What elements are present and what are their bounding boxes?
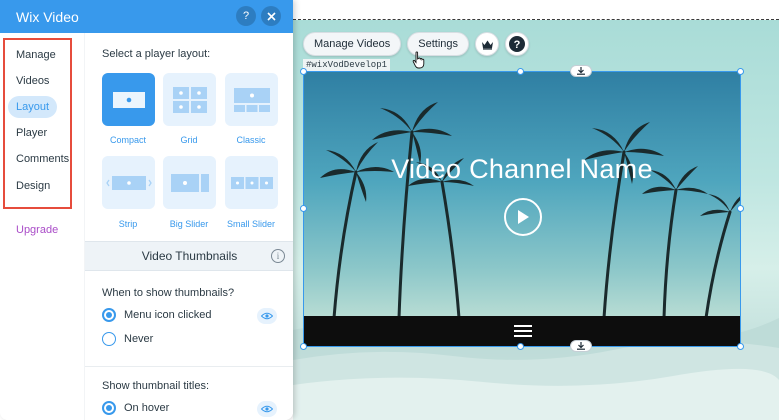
radio-option-never[interactable]: Never	[102, 332, 153, 346]
resize-handle-bottom-left[interactable]	[300, 343, 307, 350]
wix-video-settings-panel: Wix Video ? Manage Videos Layout Player …	[0, 0, 293, 420]
info-icon[interactable]: i	[271, 249, 285, 263]
resize-handle-top[interactable]	[517, 68, 524, 75]
video-channel-title: Video Channel Name	[391, 154, 653, 184]
radio-button-unselected[interactable]	[102, 332, 116, 346]
radio-button-selected[interactable]	[102, 401, 116, 415]
section-divider	[85, 366, 293, 367]
editor-stage: Manage Videos Settings ? #wixVodDevelop1	[293, 0, 779, 420]
radio-label: Menu icon clicked	[124, 309, 212, 321]
video-bottom-bar	[304, 316, 740, 346]
strip-layout-icon	[105, 175, 152, 190]
manage-videos-button[interactable]: Manage Videos	[303, 32, 402, 56]
layout-label-compact: Compact	[109, 135, 146, 145]
play-button[interactable]	[504, 198, 542, 236]
resize-handle-bottom[interactable]	[517, 343, 524, 350]
preview-eye-button[interactable]	[257, 308, 277, 324]
layout-label-big-slider: Big Slider	[169, 219, 209, 229]
download-arrow-icon	[577, 342, 585, 350]
radio-button-selected[interactable]	[102, 308, 116, 322]
resize-handle-bottom-right[interactable]	[737, 343, 744, 350]
radio-option-menu-icon-clicked[interactable]: Menu icon clicked	[102, 308, 211, 322]
hand-cursor-icon	[412, 51, 425, 69]
layout-option-big-slider[interactable]	[163, 156, 216, 209]
resize-handle-left[interactable]	[300, 205, 307, 212]
layout-settings-content: Select a player layout: Compact Grid Cla…	[84, 33, 293, 420]
stretch-handle-top[interactable]	[570, 65, 592, 77]
small-slider-layout-icon	[230, 176, 273, 189]
crown-icon[interactable]	[475, 32, 499, 56]
sidebar-item-layout[interactable]: Layout	[8, 96, 58, 118]
help-button[interactable]: ?	[505, 32, 529, 56]
sidebar-item-comments[interactable]: Comments	[8, 148, 77, 170]
upgrade-link[interactable]: Upgrade	[16, 224, 58, 236]
panel-help-button[interactable]: ?	[236, 6, 256, 26]
layout-option-grid[interactable]	[163, 73, 216, 126]
preview-eye-button[interactable]	[257, 401, 277, 417]
download-arrow-icon	[577, 67, 585, 75]
classic-layout-icon	[233, 87, 270, 112]
layout-label-small-slider: Small Slider	[226, 219, 275, 229]
panel-sidebar: Manage Videos Layout Player Comments Des…	[0, 33, 84, 420]
layout-heading: Select a player layout:	[102, 48, 211, 60]
show-titles-label: Show thumbnail titles:	[102, 380, 209, 392]
sidebar-item-videos[interactable]: Videos	[8, 70, 57, 92]
grid-layout-icon	[172, 86, 207, 113]
eye-icon	[261, 405, 273, 413]
panel-close-button[interactable]	[261, 6, 281, 26]
sidebar-item-manage[interactable]: Manage	[8, 44, 64, 66]
resize-handle-right[interactable]	[737, 205, 744, 212]
play-icon	[518, 210, 529, 224]
resize-handle-top-right[interactable]	[737, 68, 744, 75]
radio-label: On hover	[124, 402, 170, 414]
radio-option-on-hover[interactable]: On hover	[102, 401, 169, 415]
layout-option-strip[interactable]	[102, 156, 155, 209]
component-id-tag: #wixVodDevelop1	[303, 59, 391, 71]
sidebar-item-design[interactable]: Design	[8, 175, 58, 197]
eye-icon	[261, 312, 273, 320]
video-thumbnails-section-header: Video Thumbnails i	[85, 241, 293, 271]
video-player[interactable]: Video Channel Name	[303, 71, 741, 347]
layout-option-compact[interactable]	[102, 73, 155, 126]
layout-label-strip: Strip	[118, 219, 138, 229]
sidebar-item-player[interactable]: Player	[8, 122, 55, 144]
layout-label-classic: Classic	[236, 135, 266, 145]
question-icon: ?	[242, 10, 250, 22]
panel-title: Wix Video	[16, 8, 79, 25]
big-slider-layout-icon	[170, 173, 209, 192]
radio-label: Never	[124, 333, 154, 345]
video-cover-image	[304, 72, 740, 318]
resize-handle-top-left[interactable]	[300, 68, 307, 75]
section-title: Video Thumbnails	[141, 249, 238, 263]
layout-option-small-slider[interactable]	[225, 156, 278, 209]
layout-option-classic[interactable]	[225, 73, 278, 126]
svg-text:?: ?	[514, 39, 521, 51]
question-icon: ?	[509, 36, 525, 52]
compact-layout-icon	[112, 91, 145, 108]
layout-label-grid: Grid	[180, 135, 198, 145]
when-to-show-label: When to show thumbnails?	[102, 287, 235, 299]
close-icon	[266, 11, 276, 21]
stretch-handle-bottom[interactable]	[570, 340, 592, 352]
hamburger-menu-icon[interactable]	[514, 325, 532, 337]
